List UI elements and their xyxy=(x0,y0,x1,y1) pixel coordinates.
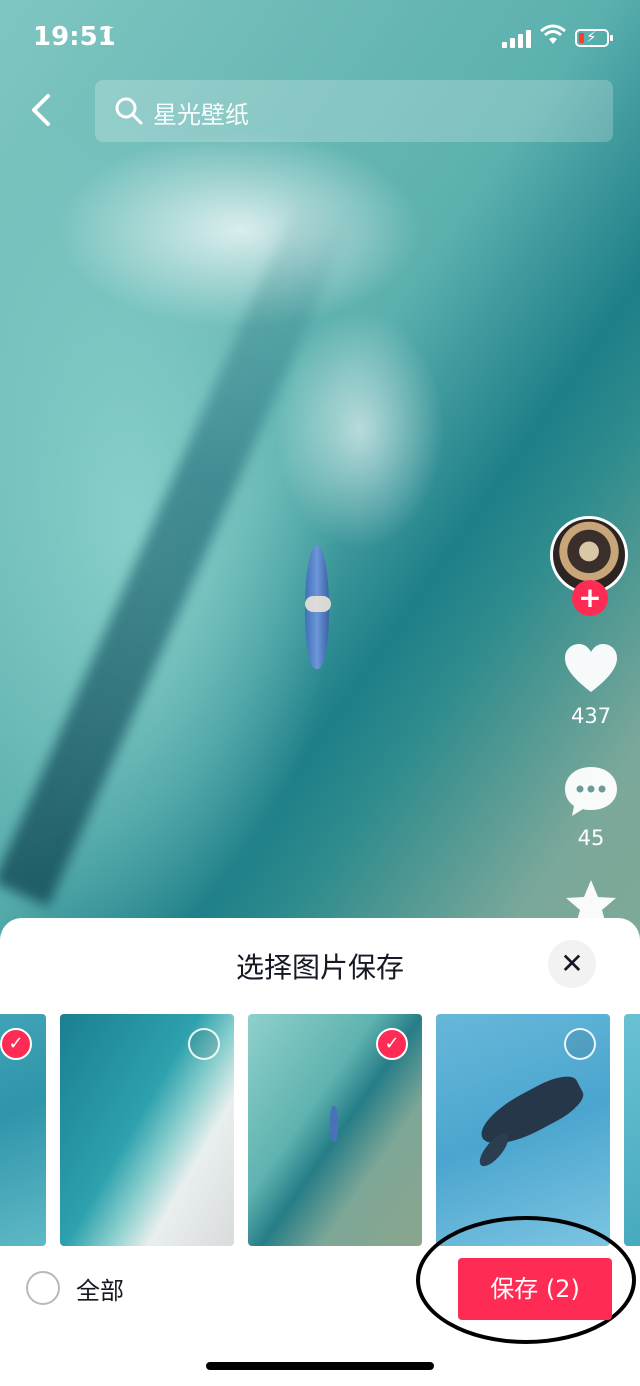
status-bar: 19:51 ☾ ⚡ xyxy=(0,0,640,80)
save-image-sheet: 选择图片保存 ✕ ✓ ✓ 全部 保存 (2) xyxy=(0,918,640,1386)
thumb-whale[interactable] xyxy=(436,1014,610,1246)
thumb-surfboard xyxy=(330,1106,338,1142)
select-all-radio[interactable] xyxy=(26,1271,60,1305)
thumbnail-strip[interactable]: ✓ ✓ xyxy=(0,1014,640,1246)
back-icon xyxy=(32,94,50,126)
follow-button[interactable]: + xyxy=(572,580,608,616)
heart-icon[interactable] xyxy=(562,640,620,698)
sheet-title: 选择图片保存 xyxy=(235,951,404,984)
save-button[interactable]: 保存 (2) xyxy=(458,1258,612,1320)
comment-count: 45 xyxy=(577,826,605,850)
select-all-toggle[interactable]: 全部 xyxy=(26,1268,124,1308)
unchecked-circle[interactable] xyxy=(564,1028,596,1060)
comment-icon[interactable] xyxy=(562,762,620,820)
home-indicator xyxy=(206,1362,434,1370)
thumb-partial-right[interactable] xyxy=(624,1014,640,1246)
search-query: 星光壁纸 xyxy=(153,101,249,129)
close-icon: ✕ xyxy=(560,947,584,980)
search-bar[interactable]: 星光壁纸 xyxy=(95,80,613,142)
like-count: 437 xyxy=(570,704,612,728)
wallpaper-surfer xyxy=(305,596,331,612)
close-button[interactable]: ✕ xyxy=(548,940,596,988)
battery-icon: ⚡ xyxy=(575,28,613,47)
thumb-partial-left[interactable]: ✓ xyxy=(0,1014,46,1246)
thumb-surfer-channel[interactable]: ✓ xyxy=(248,1014,422,1246)
check-icon[interactable]: ✓ xyxy=(0,1028,32,1060)
back-button[interactable] xyxy=(26,90,60,134)
search-icon xyxy=(115,97,143,125)
select-all-label: 全部 xyxy=(76,1276,124,1305)
signal-icon xyxy=(502,30,531,48)
plus-icon: + xyxy=(578,581,602,614)
thumb-beach-waves[interactable] xyxy=(60,1014,234,1246)
unchecked-circle[interactable] xyxy=(188,1028,220,1060)
moon-icon: ☾ xyxy=(102,24,122,49)
wifi-icon xyxy=(540,24,566,52)
check-icon[interactable]: ✓ xyxy=(376,1028,408,1060)
